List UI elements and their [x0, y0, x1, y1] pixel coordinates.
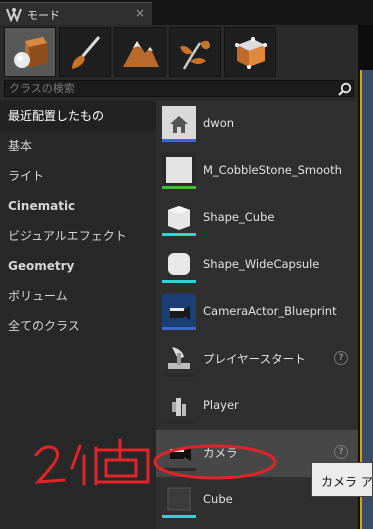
- window-tab-bar: モード ×: [0, 0, 373, 25]
- category-list: 最近配置したもの 基本 ライト Cinematic ビジュアルエフェクト Geometry…: [0, 101, 156, 529]
- camera-icon: [162, 435, 196, 468]
- item-label: Player: [203, 398, 239, 412]
- item-label: プレイヤースタート: [203, 352, 306, 366]
- player-start-icon: [162, 341, 196, 374]
- item-label: Shape_WideCapsule: [203, 257, 320, 271]
- item-thumbnail: [162, 388, 196, 425]
- placeable-item[interactable]: Shape_Cube: [156, 195, 358, 242]
- camera-blueprint-icon: [162, 294, 196, 327]
- item-label: カメラ: [203, 446, 238, 460]
- paint-mode-button[interactable]: [59, 27, 111, 77]
- player-icon: [162, 388, 196, 421]
- category-item[interactable]: 全てのクラス: [0, 311, 156, 341]
- material-icon: [162, 153, 196, 186]
- category-item[interactable]: 最近配置したもの: [0, 101, 156, 131]
- item-thumbnail: [162, 341, 196, 378]
- close-icon[interactable]: ×: [135, 6, 145, 20]
- asset-type-bar: [162, 515, 196, 518]
- item-thumbnail: [162, 482, 196, 519]
- item-label: dwon: [203, 116, 235, 130]
- cube-icon: [162, 200, 196, 233]
- item-label: Shape_Cube: [203, 210, 275, 224]
- tab-title: モード: [27, 9, 60, 22]
- tab-modes[interactable]: モード ×: [0, 2, 152, 25]
- placeable-item[interactable]: CameraActor_Blueprint: [156, 289, 358, 336]
- capsule-icon: [162, 247, 196, 280]
- category-item[interactable]: 基本: [0, 131, 156, 161]
- asset-type-bar: [162, 139, 196, 142]
- search-icon[interactable]: [338, 82, 352, 96]
- foliage-mode-button[interactable]: [169, 27, 221, 77]
- modes-panel: 最近配置したもの基本ライトCinematicビジュアルエフェクトGeometry…: [0, 25, 358, 529]
- class-search-box: [4, 80, 354, 97]
- tooltip: カメラ ア: [311, 462, 373, 497]
- asset-type-bar: [162, 468, 196, 471]
- item-thumbnail: [162, 294, 196, 331]
- item-thumbnail: [162, 153, 196, 190]
- asset-type-bar: [162, 280, 196, 283]
- asset-type-bar: [162, 421, 196, 424]
- placeable-item[interactable]: M_CobbleStone_Smooth: [156, 148, 358, 195]
- asset-type-bar: [162, 186, 196, 189]
- category-item[interactable]: ライト: [0, 161, 156, 191]
- item-label: CameraActor_Blueprint: [203, 304, 337, 318]
- category-item[interactable]: ビジュアルエフェクト: [0, 221, 156, 251]
- placeable-item[interactable]: Shape_WideCapsule: [156, 242, 358, 289]
- placeable-item[interactable]: dwon: [156, 101, 358, 148]
- category-item[interactable]: ボリューム: [0, 281, 156, 311]
- asset-type-bar: [162, 233, 196, 236]
- paintbrush-icon: [72, 36, 101, 69]
- help-icon[interactable]: ?: [334, 351, 348, 365]
- viewport: [360, 70, 373, 529]
- modes-icon: [6, 8, 22, 22]
- mountain-icon: [123, 41, 159, 67]
- cube-dark-icon: [162, 482, 196, 515]
- category-item[interactable]: Cinematic: [0, 191, 156, 221]
- item-label: Cube: [203, 492, 233, 506]
- viewport-edge: [358, 25, 373, 529]
- item-thumbnail: [162, 106, 196, 143]
- item-thumbnail: [162, 435, 196, 472]
- search-input[interactable]: [5, 81, 333, 96]
- placeable-item[interactable]: プレイヤースタート?: [156, 336, 358, 383]
- help-icon[interactable]: ?: [334, 445, 348, 459]
- landscape-mode-button[interactable]: [114, 27, 166, 77]
- asset-type-bar: [162, 327, 196, 330]
- item-label: M_CobbleStone_Smooth: [203, 163, 342, 177]
- geometry-mode-button[interactable]: [224, 27, 276, 77]
- mode-toolbar: [4, 27, 356, 77]
- item-thumbnail: [162, 200, 196, 237]
- cube-edit-icon: [235, 37, 267, 69]
- item-thumbnail: [162, 247, 196, 284]
- placeable-item[interactable]: Player: [156, 383, 358, 430]
- house-icon: [162, 106, 196, 139]
- category-item[interactable]: Geometry: [0, 251, 156, 281]
- place-mode-button[interactable]: [4, 27, 56, 77]
- asset-type-bar: [162, 374, 196, 377]
- leaf-icon: [180, 40, 210, 70]
- box-sphere-icon: [14, 37, 47, 68]
